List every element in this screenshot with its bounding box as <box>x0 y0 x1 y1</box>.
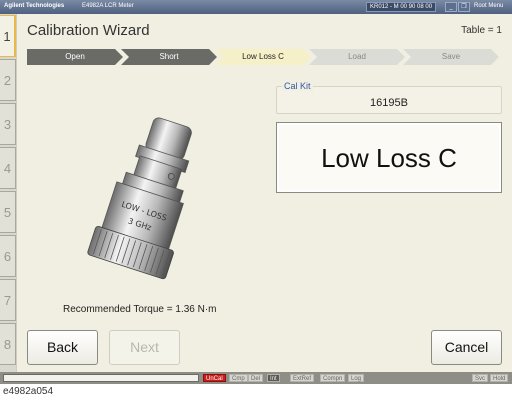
figure-caption: e4982a054 <box>3 386 54 397</box>
status-cmp: Cmp <box>229 374 248 382</box>
side-tab-8[interactable]: 8 <box>0 323 16 365</box>
recommended-torque: Recommended Torque = 1.36 N·m <box>63 304 217 315</box>
step-load: Load <box>309 49 405 65</box>
page-title: Calibration Wizard <box>27 22 150 39</box>
step-short: Short <box>121 49 217 65</box>
side-tab-7[interactable]: 7 <box>0 279 16 321</box>
cancel-button[interactable]: Cancel <box>431 330 502 365</box>
app-name: E4982A LCR Meter <box>82 3 134 9</box>
side-tab-4[interactable]: 4 <box>0 147 16 189</box>
restore-icon[interactable]: ❐ <box>458 2 470 12</box>
side-tab-3[interactable]: 3 <box>0 103 16 145</box>
status-del: Del <box>248 374 264 382</box>
side-tab-2[interactable]: 2 <box>0 59 16 101</box>
root-menu-button[interactable]: Root Menu <box>474 3 503 9</box>
table-indicator: Table = 1 <box>461 25 502 36</box>
step-progress: Open Short Low Loss C Load Save <box>27 49 507 65</box>
status-svc: Svc <box>472 374 489 382</box>
brand-label: Agilent Technologies <box>4 3 65 9</box>
status-bar: UnCal Cmp Del Int ExtRef Compn Log Svc H… <box>0 372 512 384</box>
side-tab-5[interactable]: 5 <box>0 191 16 233</box>
side-tab-6[interactable]: 6 <box>0 235 16 277</box>
next-button[interactable]: Next <box>109 330 180 365</box>
status-hold: Hold <box>490 374 509 382</box>
side-tab-1[interactable]: 1 <box>0 15 16 57</box>
status-compn: Compn <box>320 374 346 382</box>
standard-name-display: Low Loss C <box>276 122 502 193</box>
step-low-loss-c: Low Loss C <box>215 49 311 65</box>
wizard-panel: Calibration Wizard Table = 1 Open Short … <box>16 14 512 372</box>
status-uncal: UnCal <box>203 374 226 382</box>
status-log: Log <box>348 374 365 382</box>
title-bar: Agilent Technologies E4982A LCR Meter KR… <box>0 0 512 14</box>
back-button[interactable]: Back <box>27 330 98 365</box>
status-extref: ExtRef <box>290 374 315 382</box>
instrument-status: KR012 - M 00 90 08 00 <box>366 2 437 12</box>
side-tab-strip: 1 2 3 4 5 6 7 8 <box>0 14 16 372</box>
step-open: Open <box>27 49 123 65</box>
minimize-icon[interactable]: _ <box>445 2 457 12</box>
step-save: Save <box>403 49 499 65</box>
status-int: Int <box>267 374 280 382</box>
low-loss-connector-image: LOW - LOSS 3 GHz <box>87 117 192 280</box>
cal-kit-value: 16195B <box>370 97 408 109</box>
cal-kit-label: Cal Kit <box>282 81 313 91</box>
status-message-field <box>3 374 199 382</box>
